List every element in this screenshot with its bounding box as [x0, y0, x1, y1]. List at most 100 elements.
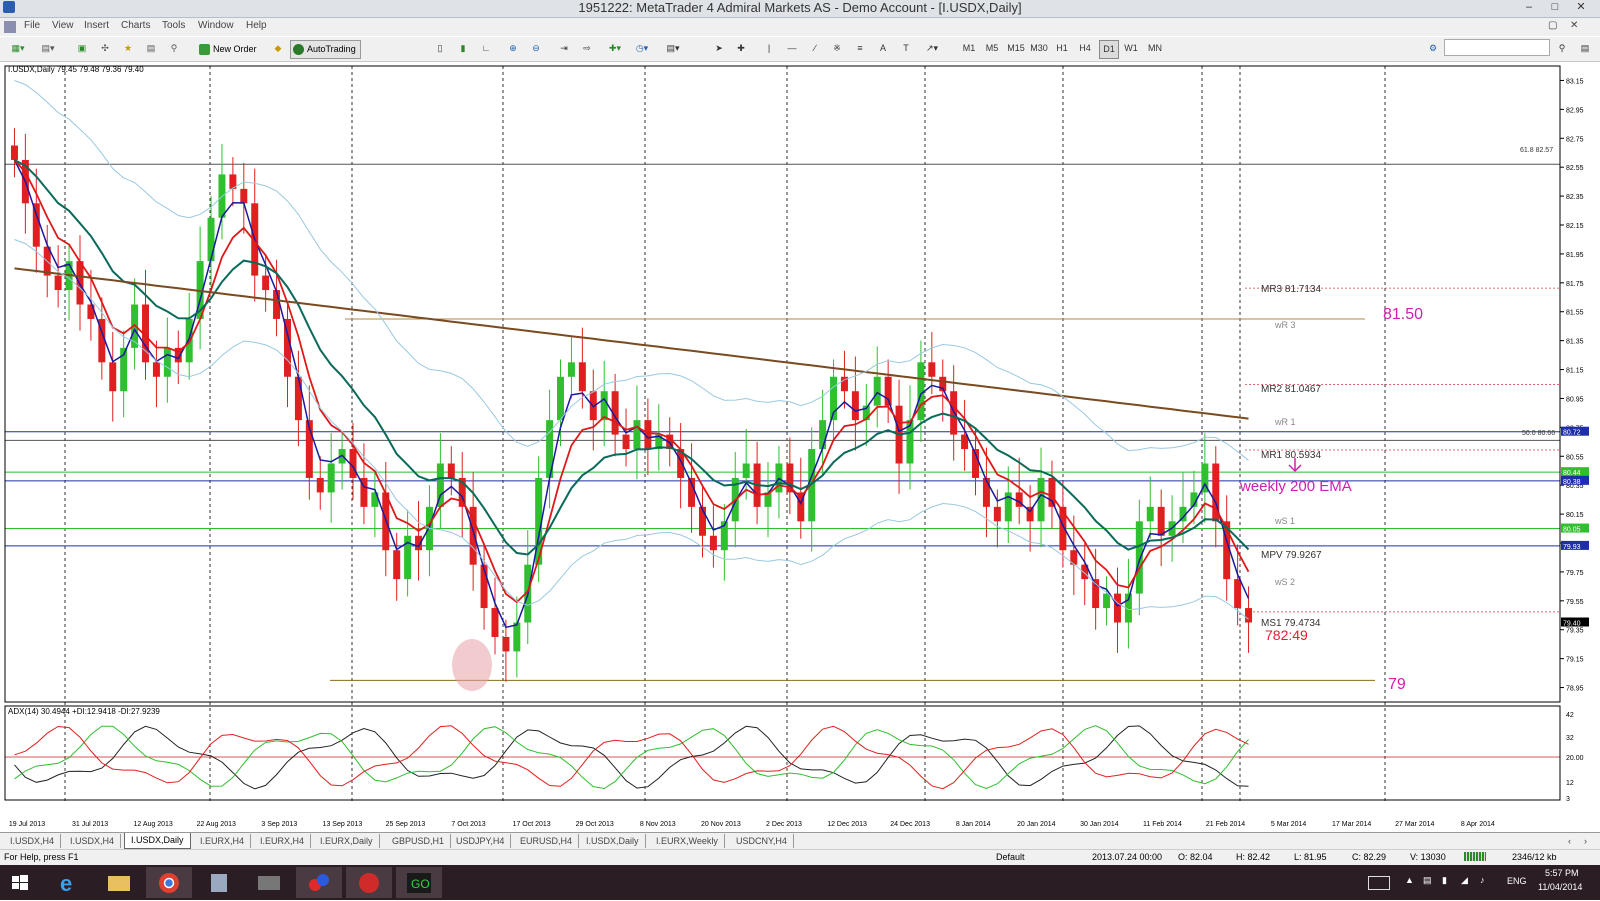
tray-volume-icon[interactable]: ♪ — [1480, 875, 1485, 885]
vertical-line-icon[interactable]: | — [762, 40, 776, 57]
tab-usdx-h4-2[interactable]: I.USDX,H4 — [64, 834, 122, 848]
tab-eurx-h4-2[interactable]: I.EURX,H4 — [254, 834, 312, 848]
menu-file[interactable]: File — [24, 20, 40, 31]
red-app-icon[interactable] — [346, 867, 392, 898]
timeframe-d1[interactable]: D1 — [1099, 40, 1119, 59]
menu-window[interactable]: Window — [198, 20, 234, 31]
price-chart[interactable]: 83.15 82.95 82.75 82.55 82.35 82.15 81.95 81.75… — [0, 62, 1600, 832]
tab-usdx-h4-1[interactable]: I.USDX,H4 — [4, 834, 62, 848]
timeframe-h4[interactable]: H4 — [1076, 40, 1094, 57]
crosshair-icon[interactable]: ✚ — [734, 40, 748, 57]
tab-usdx-daily[interactable]: I.USDX,Daily — [124, 833, 191, 849]
bar-chart-icon[interactable]: ▯ — [432, 40, 448, 57]
tab-eurx-daily[interactable]: I.EURX,Daily — [314, 834, 380, 848]
horizontal-line-icon[interactable]: — — [785, 40, 799, 57]
candlestick-icon[interactable]: ▮ — [455, 40, 471, 57]
timeframe-m1[interactable]: M1 — [960, 40, 978, 57]
candle-body — [993, 506, 1001, 522]
start-button[interactable] — [0, 867, 40, 898]
menu-tools[interactable]: Tools — [162, 20, 185, 31]
search-icon[interactable]: ⚲ — [1555, 40, 1569, 57]
autoscroll-icon[interactable]: ⇨ — [579, 40, 595, 57]
tray-time[interactable]: 5:57 PM — [1545, 868, 1579, 878]
tray-network-icon[interactable]: ▤ — [1423, 875, 1432, 886]
fibonacci-icon[interactable]: ≡ — [853, 40, 867, 57]
new-order-button[interactable]: New Order — [196, 40, 262, 59]
date-label: 24 Dec 2013 — [890, 821, 930, 828]
indicators-icon[interactable]: ✚▾ — [604, 40, 626, 57]
close-doc-icon[interactable]: ✕ — [1570, 20, 1578, 31]
market-watch-icon[interactable]: ▣ — [74, 40, 90, 57]
templates-icon[interactable]: ▤▾ — [662, 40, 684, 57]
settings-gear-icon[interactable]: ⚙ — [1426, 40, 1440, 57]
navigator-icon[interactable]: ✣ — [97, 40, 113, 57]
tray-battery-icon[interactable]: ▮ — [1442, 875, 1447, 886]
channel-icon[interactable]: ※ — [830, 40, 844, 57]
tab-eurx-weekly[interactable]: I.EURX,Weekly — [650, 834, 725, 848]
autotrading-button[interactable]: AutoTrading — [290, 40, 361, 59]
tab-scroll-left-icon[interactable]: ‹ — [1562, 834, 1577, 848]
maximize-icon[interactable]: □ — [1544, 0, 1566, 14]
price-label: 82.95 — [1566, 107, 1584, 114]
menu-view[interactable]: View — [52, 20, 74, 31]
window-titlebar: 1951222: MetaTrader 4 Admiral Markets AS… — [0, 0, 1600, 18]
chrome-icon[interactable] — [146, 867, 192, 898]
calculator-icon[interactable] — [196, 867, 242, 898]
timeframe-m5[interactable]: M5 — [983, 40, 1001, 57]
app-circles-icon[interactable] — [296, 867, 342, 898]
chart-window[interactable]: 83.15 82.95 82.75 82.55 82.35 82.15 81.95 81.75… — [0, 62, 1600, 832]
text-label-icon[interactable]: T — [899, 40, 913, 57]
terminal-icon[interactable]: ▤ — [143, 40, 159, 57]
trendline-icon[interactable]: ∕ — [808, 40, 822, 57]
cursor-icon[interactable]: ➤ — [712, 40, 726, 57]
line-chart-icon[interactable]: ∟ — [478, 40, 494, 57]
tab-gbpusd-h1[interactable]: GBPUSD,H1 — [386, 834, 452, 848]
chart-shift-icon[interactable]: ⇥ — [556, 40, 572, 57]
new-chart-icon[interactable]: ▦▾ — [6, 40, 30, 57]
close-icon[interactable]: ✕ — [1570, 0, 1592, 14]
pivot-mr2: MR2 81.0467 — [1261, 384, 1321, 395]
tab-scroll-right-icon[interactable]: › — [1578, 834, 1593, 848]
restore-icon[interactable]: ▢ — [1548, 20, 1557, 31]
timeframe-mn[interactable]: MN — [1145, 40, 1165, 57]
zoom-out-icon[interactable]: ⊖ — [528, 40, 544, 57]
pivot-mpv: MPV 79.9267 — [1261, 550, 1322, 561]
strategy-tester-icon[interactable]: ⚲ — [166, 40, 182, 57]
minimize-icon[interactable]: – — [1518, 0, 1540, 14]
tab-eurusd-h4[interactable]: EURUSD,H4 — [514, 834, 580, 848]
chat-icon[interactable]: ▤ — [1578, 40, 1592, 57]
timeframe-w1[interactable]: W1 — [1122, 40, 1140, 57]
zoom-in-icon[interactable]: ⊕ — [505, 40, 521, 57]
timeframe-m15[interactable]: M15 — [1005, 40, 1027, 57]
timeframe-h1[interactable]: H1 — [1053, 40, 1071, 57]
timeframe-m30[interactable]: M30 — [1028, 40, 1050, 57]
tab-usdjpy-h4[interactable]: USDJPY,H4 — [450, 834, 512, 848]
internet-explorer-icon[interactable]: e — [46, 867, 92, 898]
data-window-icon[interactable]: ★ — [120, 40, 136, 57]
date-label: 17 Oct 2013 — [513, 821, 551, 828]
text-icon[interactable]: A — [876, 40, 890, 57]
price-label: 81.15 — [1566, 368, 1584, 375]
document-icon[interactable] — [4, 21, 16, 33]
profiles-icon[interactable]: ▤▾ — [36, 40, 60, 57]
tray-up-icon[interactable]: ▲ — [1405, 875, 1414, 885]
menu-help[interactable]: Help — [246, 20, 267, 31]
tab-usdcny-h4[interactable]: USDCNY,H4 — [730, 834, 794, 848]
go-app-icon[interactable]: GO — [396, 867, 442, 898]
search-input[interactable] — [1444, 39, 1550, 56]
periods-icon[interactable]: ◷▾ — [631, 40, 653, 57]
menu-charts[interactable]: Charts — [121, 20, 150, 31]
tab-usdx-daily-2[interactable]: I.USDX,Daily — [580, 834, 646, 848]
price-label: 83.15 — [1566, 78, 1584, 85]
tray-language[interactable]: ENG — [1507, 876, 1527, 886]
keyboard-icon[interactable] — [1368, 876, 1390, 890]
date-label: 19 Jul 2013 — [9, 821, 45, 828]
file-explorer-icon[interactable] — [96, 867, 142, 898]
metatrader-task-icon[interactable] — [246, 867, 292, 898]
tray-date[interactable]: 11/04/2014 — [1538, 882, 1582, 892]
arrows-icon[interactable]: ↗▾ — [922, 40, 942, 57]
tab-eurx-h4-1[interactable]: I.EURX,H4 — [194, 834, 252, 848]
metaeditor-icon[interactable]: ◆ — [270, 40, 286, 57]
tray-signal-icon[interactable]: ◢ — [1461, 875, 1468, 886]
menu-insert[interactable]: Insert — [84, 20, 109, 31]
